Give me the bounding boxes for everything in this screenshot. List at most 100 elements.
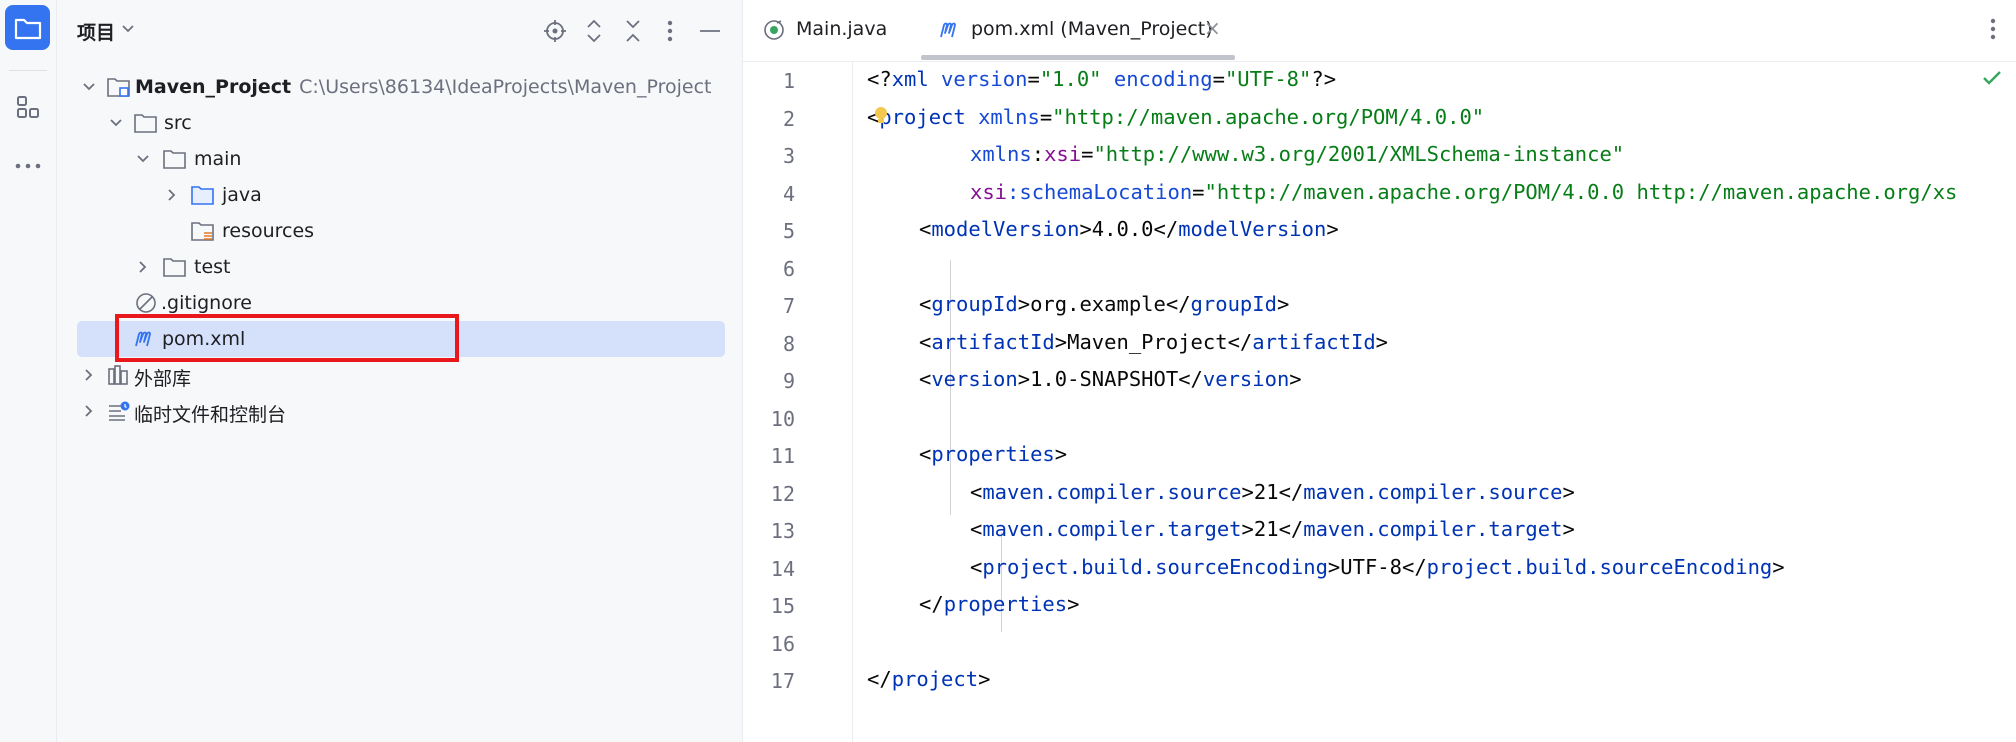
code-line: </properties> xyxy=(919,592,1080,616)
java-file-icon xyxy=(764,20,784,40)
chevron-down-icon[interactable] xyxy=(81,79,97,95)
chevron-right-icon[interactable] xyxy=(164,187,180,203)
line-number: 9 xyxy=(782,369,795,393)
tree-item-label: .gitignore xyxy=(161,292,252,314)
code-line: <properties> xyxy=(919,442,1068,466)
maven-icon xyxy=(940,22,956,38)
kebab-icon xyxy=(667,20,673,42)
activity-bar xyxy=(0,0,57,742)
structure-tool-button[interactable] xyxy=(5,84,50,129)
code-line: xsi:schemaLocation="http://maven.apache.… xyxy=(970,180,1958,204)
chevron-down-icon[interactable] xyxy=(121,24,135,34)
line-number: 16 xyxy=(770,632,795,656)
kebab-icon[interactable] xyxy=(1990,18,1996,40)
activity-separator xyxy=(9,70,47,71)
code-line: <?xml version="1.0" encoding="UTF-8"?> xyxy=(867,67,1337,91)
more-icon xyxy=(15,163,40,168)
tree-item-label: 临时文件和控制台 xyxy=(134,404,287,426)
indent-guide xyxy=(1001,532,1002,632)
project-path: C:\Users\86134\IdeaProjects\Maven_Projec… xyxy=(299,76,712,98)
tree-item-scratches[interactable]: 临时文件和控制台 xyxy=(77,393,725,429)
tree-item-label: 外部库 xyxy=(134,368,192,390)
tab-main-java[interactable]: Main.java xyxy=(762,0,912,62)
ignore-file-icon xyxy=(136,293,156,313)
code-line: <artifactId>Maven_Project</artifactId> xyxy=(919,330,1389,354)
chevron-right-icon[interactable] xyxy=(135,259,151,275)
line-number: 11 xyxy=(770,444,795,468)
code-line: </project> xyxy=(867,667,991,691)
locate-button[interactable] xyxy=(542,18,568,44)
tree-item-java[interactable]: java xyxy=(77,177,725,213)
folder-icon xyxy=(14,18,41,39)
tree-item-label: src xyxy=(164,112,192,134)
code-line: <project xmlns="http://maven.apache.org/… xyxy=(867,105,1485,129)
tab-label: Main.java xyxy=(796,18,888,40)
minimize-icon xyxy=(700,30,720,32)
tree-item-label: java xyxy=(222,184,262,206)
line-number: 8 xyxy=(782,332,795,356)
tab-label: pom.xml (Maven_Project) xyxy=(971,18,1213,40)
code-line: <version>1.0-SNAPSHOT</version> xyxy=(919,367,1302,391)
project-panel: 项目 Maven_Project C:\Users\86134\IdeaProje… xyxy=(57,0,743,742)
line-number: 15 xyxy=(770,594,795,618)
folder-icon xyxy=(163,258,186,277)
line-number: 1 xyxy=(782,69,795,93)
collapse-all-button[interactable] xyxy=(620,18,646,44)
editor-tab-bar: Main.java pom.xml (Maven_Project) × xyxy=(743,0,2016,62)
annotation-highlight-box xyxy=(115,314,459,362)
tree-item-label: test xyxy=(194,256,231,278)
active-tab-indicator xyxy=(921,55,1235,60)
line-number: 12 xyxy=(770,482,795,506)
options-button[interactable] xyxy=(657,18,683,44)
tree-item-resources[interactable]: resources xyxy=(77,213,725,249)
line-number: 2 xyxy=(782,107,795,131)
tree-item-label: Maven_Project xyxy=(135,76,292,98)
close-icon[interactable]: × xyxy=(1204,16,1221,40)
collapse-icon xyxy=(626,20,640,42)
tab-pom-xml[interactable]: pom.xml (Maven_Project) × xyxy=(938,0,1238,62)
tree-item-label: main xyxy=(194,148,242,170)
folder-icon xyxy=(163,150,186,169)
tree-item-maven-project[interactable]: Maven_Project C:\Users\86134\IdeaProjects… xyxy=(77,69,725,105)
editor-area: Main.java pom.xml (Maven_Project) × 1 2 … xyxy=(743,0,2016,742)
library-icon xyxy=(108,365,128,385)
locate-icon xyxy=(544,20,566,42)
line-number: 3 xyxy=(782,144,795,168)
code-line: <maven.compiler.target>21</maven.compile… xyxy=(970,517,1575,541)
line-number: 14 xyxy=(770,557,795,581)
line-number: 4 xyxy=(782,182,795,206)
code-line: <modelVersion>4.0.0</modelVersion> xyxy=(919,217,1339,241)
line-number: 6 xyxy=(782,257,795,281)
code-line: xmlns:xsi="http://www.w3.org/2001/XMLSch… xyxy=(970,142,1625,166)
code-line: <maven.compiler.source>21</maven.compile… xyxy=(970,480,1575,504)
line-number: 5 xyxy=(782,219,795,243)
expand-icon xyxy=(587,19,601,43)
code-editor[interactable]: <?xml version="1.0" encoding="UTF-8"?> <… xyxy=(853,62,2016,742)
folder-icon xyxy=(134,114,157,133)
tree-item-main[interactable]: main xyxy=(77,141,725,177)
more-tools-button[interactable] xyxy=(5,143,50,188)
line-number-gutter: 1 2 3 4 5 6 7 8 9 10 11 12 13 14 15 16 1… xyxy=(743,62,853,742)
tree-item-label: resources xyxy=(222,220,315,242)
tree-item-test[interactable]: test xyxy=(77,249,725,285)
project-panel-title[interactable]: 项目 xyxy=(77,18,115,45)
project-tool-button[interactable] xyxy=(5,5,50,50)
chevron-down-icon[interactable] xyxy=(108,115,124,131)
chevron-down-icon[interactable] xyxy=(135,151,151,167)
chevron-right-icon[interactable] xyxy=(81,367,97,383)
check-icon[interactable] xyxy=(1982,70,2002,86)
hide-panel-button[interactable] xyxy=(697,18,723,44)
expand-all-button[interactable] xyxy=(581,18,607,44)
code-line: <project.build.sourceEncoding>UTF-8</pro… xyxy=(970,555,1785,579)
tree-item-src[interactable]: src xyxy=(77,105,725,141)
scratches-icon xyxy=(109,401,130,421)
structure-icon xyxy=(16,95,39,118)
chevron-right-icon[interactable] xyxy=(81,403,97,419)
source-folder-icon xyxy=(191,186,214,205)
lightbulb-icon[interactable] xyxy=(873,105,889,127)
tree-item-external-libraries[interactable]: 外部库 xyxy=(77,357,725,393)
resources-folder-icon xyxy=(191,222,214,241)
project-panel-header: 项目 xyxy=(57,0,743,62)
module-folder-icon xyxy=(107,78,130,97)
line-number: 7 xyxy=(782,294,795,318)
